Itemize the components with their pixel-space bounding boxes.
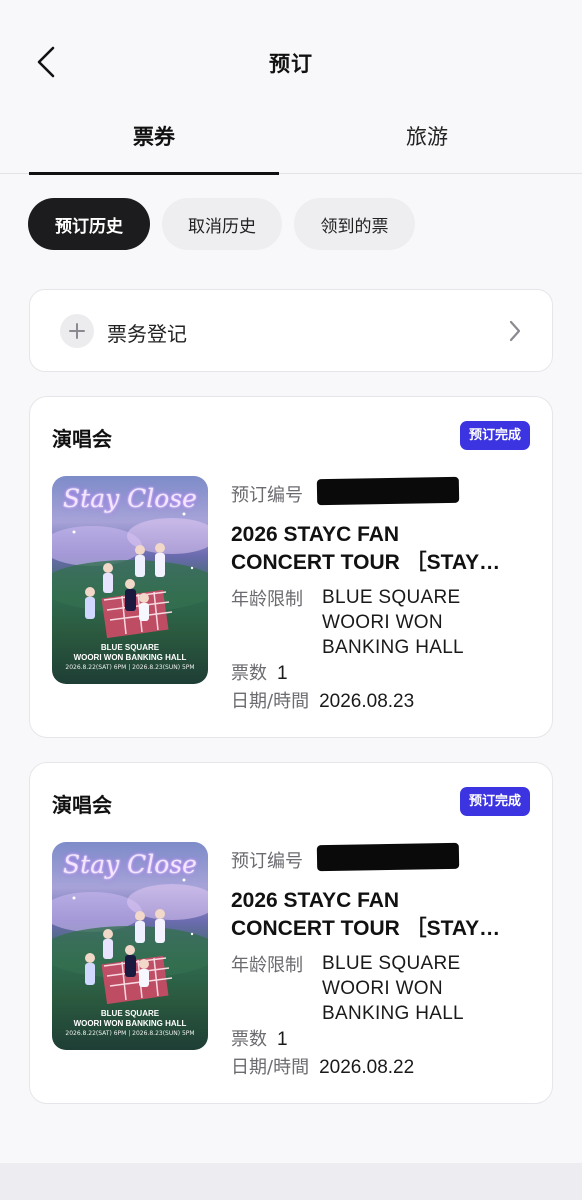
date-time-row: 日期/時間 2026.08.22 (231, 1053, 414, 1079)
tab-bar: 票券 旅游 (0, 112, 582, 175)
venue: BLUE SQUARE WOORI WON BANKING HALL (322, 951, 542, 1026)
poster-dates: 2026.8.22(SAT) 6PM | 2026.8.23(SUN) 5PM (65, 1030, 195, 1037)
age-limit-label: 年龄限制 (231, 589, 303, 610)
event-title: 2026 STAYC FAN CONCERT TOUR ［STAY… (231, 887, 531, 943)
redacted-booking-number (316, 842, 460, 872)
concert-poster: Stay Close BLUE SQUARE WOORI WON BANKING… (52, 842, 208, 1050)
venue-line: BANKING HALL (322, 637, 464, 658)
status-badge: 预订完成 (459, 421, 530, 450)
venue-line: BANKING HALL (322, 1003, 464, 1024)
booking-number-label: 预订编号 (231, 851, 303, 872)
filter-received-tickets[interactable]: 领到的票 (294, 198, 415, 250)
venue-line: WOORI WON (322, 612, 443, 633)
poster-title: Stay Close (63, 484, 197, 513)
event-title-line: 2026 STAYC FAN (231, 889, 400, 912)
chevron-right-icon (508, 319, 522, 347)
poster-venue-line: BLUE SQUARE (100, 643, 160, 652)
event-title-line: 2026 STAYC FAN (231, 523, 400, 546)
venue: BLUE SQUARE WOORI WON BANKING HALL (322, 585, 542, 660)
ticket-count-value: 1 (277, 1029, 288, 1050)
ticket-register-label: 票务登记 (107, 322, 187, 346)
poster-venue-line: WOORI WON BANKING HALL (73, 1019, 187, 1028)
ticket-count-row: 票数 1 (231, 659, 288, 685)
ticket-count-value: 1 (277, 663, 288, 684)
tab-tickets[interactable]: 票券 (29, 112, 279, 175)
page-title: 预订 (269, 52, 313, 76)
bottom-divider (0, 1163, 582, 1200)
date-time-label: 日期/時間 (231, 1057, 310, 1078)
poster-venue: BLUE SQUARE WOORI WON BANKING HALL (52, 1009, 208, 1029)
booking-number-label: 预订编号 (231, 485, 303, 506)
venue-line: WOORI WON (322, 978, 443, 999)
card-category: 演唱会 (52, 427, 112, 451)
date-time-value: 2026.08.23 (319, 691, 415, 712)
filter-booking-history[interactable]: 预订历史 (28, 198, 150, 250)
ticket-register-button[interactable]: 票务登记 (29, 289, 553, 372)
poster-venue-line: BLUE SQUARE (100, 1009, 160, 1018)
ticket-count-label: 票数 (231, 1029, 267, 1050)
poster-venue-line: WOORI WON BANKING HALL (73, 653, 187, 662)
event-title: 2026 STAYC FAN CONCERT TOUR ［STAY… (231, 521, 531, 577)
event-title-line: CONCERT TOUR ［STAY… (231, 551, 501, 574)
date-time-value: 2026.08.22 (319, 1057, 415, 1078)
redacted-booking-number (316, 476, 460, 506)
status-badge: 预订完成 (459, 787, 530, 816)
concert-poster: Stay Close BLUE SQUARE WOORI WON BANKING… (52, 476, 208, 684)
ticket-count-row: 票数 1 (231, 1025, 288, 1051)
poster-venue: BLUE SQUARE WOORI WON BANKING HALL (52, 643, 208, 663)
date-time-label: 日期/時間 (231, 691, 310, 712)
date-time-row: 日期/時間 2026.08.23 (231, 687, 414, 713)
filter-cancel-history[interactable]: 取消历史 (162, 198, 282, 250)
booking-card[interactable]: 演唱会 预订完成 Stay Close BLUE SQUARE WOORI WO… (29, 396, 553, 738)
poster-dates: 2026.8.22(SAT) 6PM | 2026.8.23(SUN) 5PM (65, 664, 195, 671)
card-category: 演唱会 (52, 793, 112, 817)
venue-line: BLUE SQUARE (322, 587, 461, 608)
ticket-count-label: 票数 (231, 663, 267, 684)
header: 预订 (0, 0, 582, 120)
event-title-line: CONCERT TOUR ［STAY… (231, 917, 501, 940)
venue-line: BLUE SQUARE (322, 953, 461, 974)
booking-card[interactable]: 演唱会 预订完成 Stay Close BLUE SQUARE WOORI WO… (29, 762, 553, 1104)
booking-number-row: 预订编号 (231, 476, 460, 507)
age-limit-label: 年龄限制 (231, 955, 303, 976)
booking-number-row: 预订编号 (231, 842, 460, 873)
plus-icon (60, 314, 94, 348)
tab-travel[interactable]: 旅游 (302, 112, 552, 174)
poster-title: Stay Close (63, 850, 197, 879)
